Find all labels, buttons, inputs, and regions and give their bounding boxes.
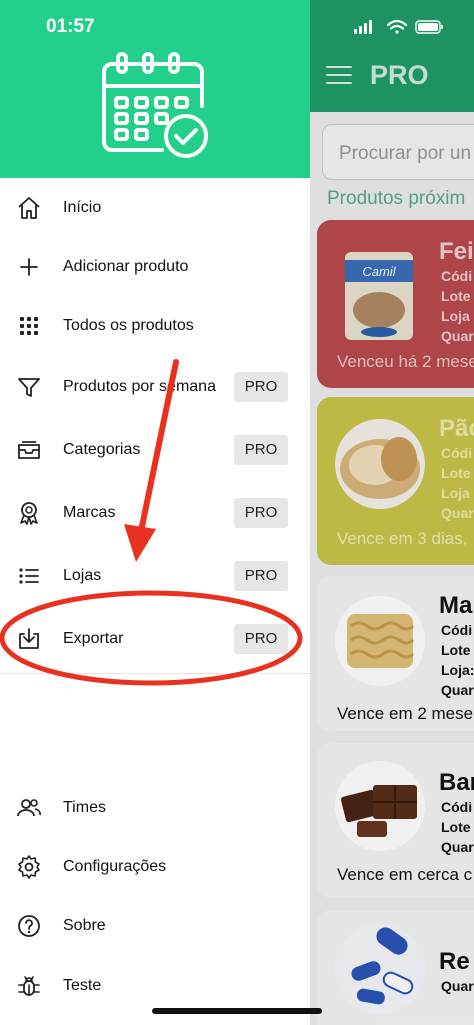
- menu-item-label: Produtos por semana: [63, 378, 216, 395]
- menu-item-todos-os-produtos[interactable]: Todos os produtos: [0, 298, 310, 354]
- wifi-icon: [386, 19, 408, 34]
- menu-item-label: Todos os produtos: [63, 317, 194, 334]
- menu-item-configuracoes[interactable]: Configurações: [0, 839, 310, 895]
- users-icon: [17, 799, 41, 817]
- status-time: 01:57: [46, 16, 95, 37]
- pro-badge: PRO: [234, 561, 288, 591]
- menu-item-label: Teste: [63, 977, 102, 994]
- drawer-divider: [0, 673, 310, 674]
- calendar-check-icon: [102, 52, 208, 158]
- award-icon: [20, 502, 38, 525]
- help-icon: [18, 915, 40, 937]
- menu-item-label: Sobre: [63, 917, 106, 934]
- menu-item-label: Exportar: [63, 630, 124, 647]
- grid-icon: [20, 317, 38, 335]
- menu-item-categorias[interactable]: Categorias PRO: [0, 422, 310, 478]
- status-icons: [354, 19, 443, 34]
- menu-item-label: Configurações: [63, 858, 167, 875]
- menu-item-inicio[interactable]: Início: [0, 180, 310, 236]
- bug-icon: [18, 976, 40, 996]
- menu-item-adicionar-produto[interactable]: Adicionar produto: [0, 239, 310, 295]
- home-icon: [18, 197, 40, 219]
- menu-item-label: Início: [63, 199, 102, 216]
- drawer-header: 01:57: [0, 0, 310, 178]
- pro-badge: PRO: [234, 624, 288, 654]
- settings-icon: [18, 855, 40, 879]
- menu-item-label: Lojas: [63, 567, 102, 584]
- pro-badge: PRO: [234, 435, 288, 465]
- inbox-icon: [18, 441, 40, 459]
- menu-item-label: Times: [63, 799, 106, 816]
- menu-item-label: Categorias: [63, 441, 141, 458]
- download-icon: [19, 628, 39, 649]
- home-indicator: [152, 1008, 322, 1014]
- menu-item-exportar[interactable]: Exportar PRO: [0, 611, 310, 667]
- menu-item-sobre[interactable]: Sobre: [0, 898, 310, 954]
- menu-item-marcas[interactable]: Marcas PRO: [0, 485, 310, 541]
- signal-icon: [354, 20, 372, 34]
- navigation-drawer: 01:57 Início Adicionar produto Todos os …: [0, 0, 310, 1025]
- list-icon: [19, 568, 39, 584]
- menu-item-produtos-por-semana[interactable]: Produtos por semana PRO: [0, 359, 310, 415]
- menu-item-label: Marcas: [63, 504, 116, 521]
- menu-item-label: Adicionar produto: [63, 258, 189, 275]
- filter-icon: [18, 378, 40, 397]
- pro-badge: PRO: [234, 498, 288, 528]
- menu-item-teste[interactable]: Teste: [0, 958, 310, 1014]
- menu-item-lojas[interactable]: Lojas PRO: [0, 548, 310, 604]
- pro-badge: PRO: [234, 372, 288, 402]
- battery-icon: [415, 20, 443, 34]
- plus-icon: [20, 258, 38, 276]
- menu-item-times[interactable]: Times: [0, 780, 310, 836]
